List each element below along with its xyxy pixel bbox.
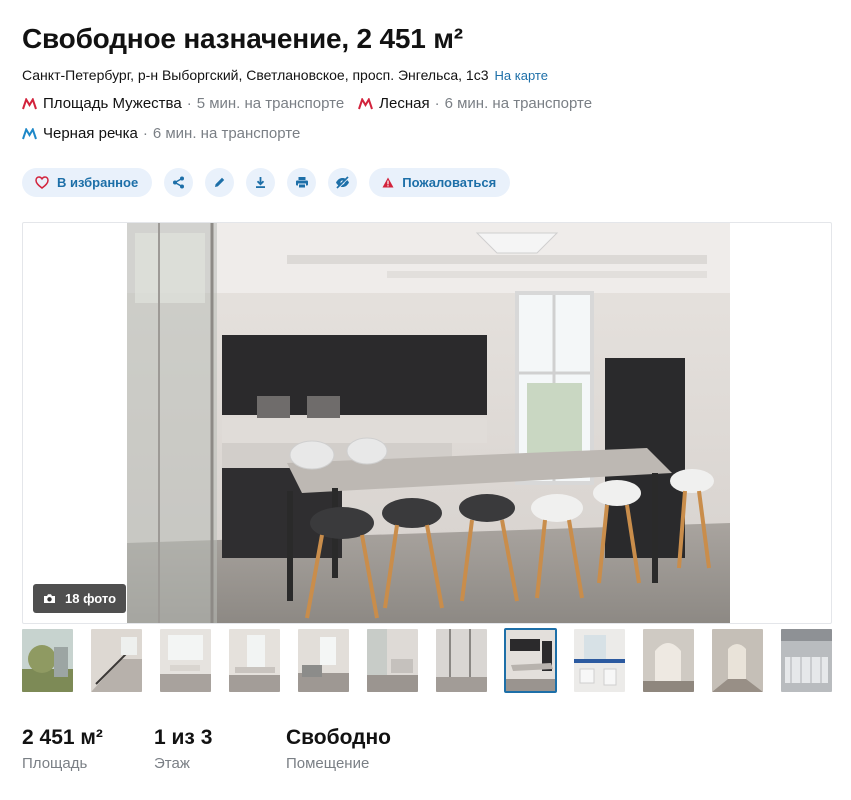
metro-icon: [22, 128, 37, 140]
metro-icon: [22, 98, 37, 110]
metro-icon: [358, 98, 374, 110]
fact-value: 2 451 м²: [22, 726, 103, 749]
photo-thumbnail[interactable]: [436, 629, 487, 692]
photo-thumbnail-active[interactable]: [504, 628, 557, 693]
main-photo[interactable]: [127, 223, 730, 623]
photo-gallery[interactable]: 18 фото: [22, 222, 832, 624]
photo-count-label: 18 фото: [65, 591, 117, 606]
metro-station[interactable]: Площадь Мужества · 5 мин. на транспорте: [22, 94, 344, 114]
fact-floor: 1 из 3 Этаж: [154, 725, 286, 774]
fact-value: 1 из 3: [154, 726, 213, 749]
print-icon: [295, 177, 308, 189]
metro-row: Площадь Мужества · 5 мин. на транспорте …: [22, 94, 606, 114]
download-icon: [256, 177, 266, 188]
fact-label: Этаж: [154, 755, 190, 772]
fact-value: Свободно: [286, 726, 391, 749]
photo-count-badge[interactable]: 18 фото: [33, 584, 127, 613]
metro-row: Черная речка · 6 мин. на транспорте: [22, 124, 314, 144]
metro-time: 6 мин. на транспорте: [444, 95, 593, 112]
metro-name: Площадь Мужества: [43, 95, 182, 112]
action-bar: В избранное Пожаловаться: [22, 168, 522, 197]
hide-icon: [336, 176, 350, 189]
edit-icon: [215, 177, 225, 187]
metro-name: Черная речка: [43, 125, 138, 142]
metro-name: Лесная: [379, 95, 430, 112]
heart-icon: [35, 176, 49, 189]
photo-thumbnail[interactable]: [160, 629, 211, 692]
address-text: Санкт-Петербург, р-н Выборгский, Светлан…: [22, 67, 489, 83]
complain-label: Пожаловаться: [402, 175, 497, 190]
photo-thumbnail[interactable]: [712, 629, 763, 692]
metro-time: 5 мин. на транспорте: [196, 95, 345, 112]
hide-button[interactable]: [328, 168, 358, 197]
photo-thumbnail[interactable]: [781, 629, 832, 692]
photo-thumbnail[interactable]: [22, 629, 73, 692]
metro-station[interactable]: Черная речка · 6 мин. на транспорте: [22, 124, 300, 144]
fact-label: Помещение: [286, 755, 370, 772]
thumbnail-strip: [22, 628, 850, 693]
print-button[interactable]: [287, 168, 317, 197]
favorite-button[interactable]: В избранное: [22, 168, 153, 197]
photo-thumbnail[interactable]: [574, 629, 625, 692]
share-button[interactable]: [164, 168, 194, 197]
key-facts: 2 451 м² Площадь 1 из 3 Этаж Свободно По…: [22, 725, 446, 774]
warning-icon: [382, 177, 394, 188]
photo-thumbnail[interactable]: [367, 629, 418, 692]
metro-time: 6 мин. на транспорте: [152, 125, 301, 142]
share-icon: [173, 176, 185, 189]
page-title: Свободное назначение, 2 451 м²: [22, 23, 463, 54]
fact-premises: Свободно Помещение: [286, 725, 446, 774]
office-kitchen-photo: [127, 223, 730, 623]
photo-thumbnail[interactable]: [643, 629, 694, 692]
camera-icon: [43, 593, 56, 604]
favorite-label: В избранное: [57, 175, 139, 190]
complain-button[interactable]: Пожаловаться: [369, 168, 511, 197]
metro-station[interactable]: Лесная · 6 мин. на транспорте: [358, 94, 592, 114]
photo-thumbnail[interactable]: [229, 629, 280, 692]
fact-area: 2 451 м² Площадь: [22, 725, 154, 774]
photo-thumbnail[interactable]: [91, 629, 142, 692]
photo-thumbnail[interactable]: [298, 629, 349, 692]
fact-label: Площадь: [22, 755, 88, 772]
edit-button[interactable]: [205, 168, 235, 197]
map-link[interactable]: На карте: [495, 68, 548, 83]
address: Санкт-Петербург, р-н Выборгский, Светлан…: [22, 66, 548, 85]
download-button[interactable]: [246, 168, 276, 197]
